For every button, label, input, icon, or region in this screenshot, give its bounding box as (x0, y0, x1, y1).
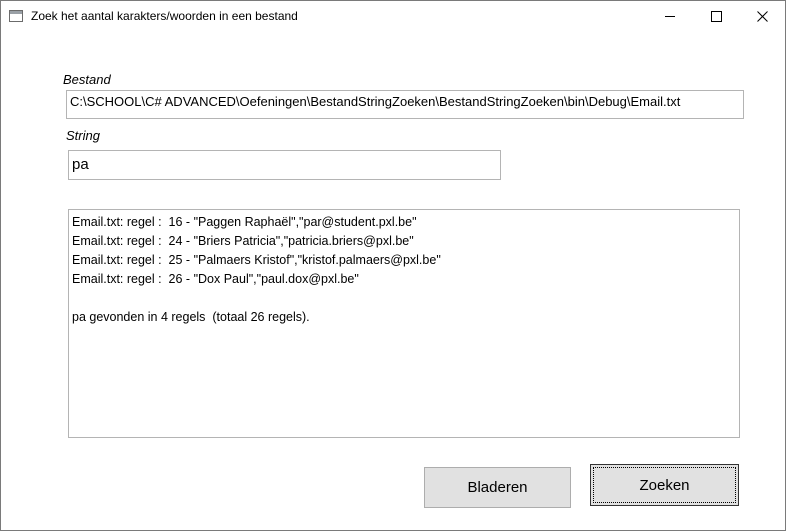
results-textarea[interactable]: Email.txt: regel : 16 - "Paggen Raphaël"… (68, 209, 740, 438)
window-title: Zoek het aantal karakters/woorden in een… (31, 9, 298, 23)
close-button[interactable] (739, 1, 785, 32)
result-line: Email.txt: regel : 26 - "Dox Paul","paul… (72, 272, 359, 286)
search-button[interactable]: Zoeken (590, 464, 739, 506)
minimize-icon (665, 16, 675, 17)
minimize-button[interactable] (647, 1, 693, 32)
bestand-path-field[interactable]: C:\SCHOOL\C# ADVANCED\Oefeningen\Bestand… (66, 90, 744, 119)
result-line: Email.txt: regel : 16 - "Paggen Raphaël"… (72, 215, 417, 229)
app-window-icon (9, 10, 23, 22)
maximize-icon (710, 11, 722, 22)
bestand-label: Bestand (63, 72, 111, 87)
result-line: Email.txt: regel : 25 - "Palmaers Kristo… (72, 253, 441, 267)
close-icon (756, 11, 768, 22)
string-label: String (66, 128, 100, 143)
search-string-field[interactable]: pa (68, 150, 501, 180)
main-window: Zoek het aantal karakters/woorden in een… (0, 0, 786, 531)
result-summary: pa gevonden in 4 regels (totaal 26 regel… (72, 310, 310, 324)
maximize-button[interactable] (693, 1, 739, 32)
title-bar[interactable]: Zoek het aantal karakters/woorden in een… (1, 1, 785, 32)
browse-button[interactable]: Bladeren (424, 467, 571, 508)
result-line: Email.txt: regel : 24 - "Briers Patricia… (72, 234, 414, 248)
